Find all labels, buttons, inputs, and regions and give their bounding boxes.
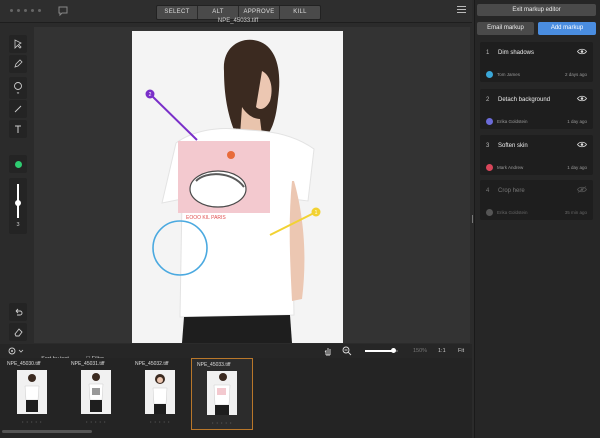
menu-icon[interactable] <box>457 6 466 15</box>
markup-item-title: Soften skin <box>498 143 528 149</box>
markup-item-number: 1 <box>486 50 490 56</box>
thumbnail-image <box>207 371 237 415</box>
thumbnail-rating[interactable]: • • • • • <box>22 419 42 424</box>
eye-icon[interactable] <box>577 95 587 102</box>
thumbnail[interactable]: NPE_45030.tiff • • • • • <box>2 358 62 428</box>
select-tool[interactable] <box>9 35 27 53</box>
cursor-icon <box>14 39 22 49</box>
text-tool[interactable] <box>9 120 27 138</box>
undo-icon <box>15 308 23 316</box>
color-picker[interactable] <box>9 155 27 173</box>
thumbnail-selected[interactable]: NPE_45033.tiff • • • • • <box>191 358 253 430</box>
eraser-button[interactable] <box>9 323 27 341</box>
thumbnail-rating[interactable]: • • • • • <box>150 419 170 424</box>
exit-markup-editor-button[interactable]: Exit markup editor <box>477 4 596 16</box>
avatar <box>486 118 493 125</box>
thumbnail-label: NPE_45033.tiff <box>197 362 231 368</box>
markup-item-author: Tom James <box>497 72 521 77</box>
canvas-filename: NPE_45033.tiff <box>217 18 259 24</box>
zoom-slider-track[interactable] <box>365 348 398 353</box>
eye-off-icon[interactable] <box>577 186 587 193</box>
thumbnail-label: NPE_45030.tiff <box>7 361 41 367</box>
filmstrip: NPE_45030.tiff • • • • • NPE_45031.tiff … <box>0 358 472 438</box>
markup-circle[interactable] <box>152 220 208 276</box>
markup-item-time: 1 day ago <box>567 165 587 170</box>
zoom-out-icon[interactable] <box>342 346 352 356</box>
markup-overlay: 2 1 <box>145 89 321 276</box>
marker-1-label: 1 <box>315 210 318 216</box>
settings-dropdown-icon[interactable] <box>8 347 24 355</box>
markup-item[interactable]: 3 Soften skin Mark Andrew 1 day ago <box>480 135 593 175</box>
pen-tool[interactable] <box>9 55 27 73</box>
line-icon <box>14 105 22 113</box>
tab-kill[interactable]: KILL <box>280 6 320 19</box>
thumbnail[interactable]: NPE_45031.tiff • • • • • <box>66 358 126 428</box>
markup-item-title: Detach background <box>498 97 551 103</box>
add-markup-button[interactable]: Add markup <box>538 22 596 35</box>
marker-2-label: 2 <box>149 92 152 98</box>
markup-item[interactable]: 1 Dim shadows Tom James 2 days ago <box>480 42 593 82</box>
brush-size-value: 3 <box>16 222 20 228</box>
thumbnail-image <box>17 370 47 414</box>
avatar <box>486 71 493 78</box>
chat-icon[interactable] <box>56 4 70 18</box>
pencil-icon <box>14 59 23 68</box>
slider-thumb[interactable] <box>15 200 21 206</box>
zoom-fit-button[interactable]: Fit <box>458 348 464 354</box>
markup-item-time: 35 min ago <box>564 210 587 215</box>
window-dots <box>10 9 41 12</box>
tab-select[interactable]: SELECT <box>157 6 198 19</box>
markup-item-number: 3 <box>486 143 490 149</box>
thumbnail-image <box>81 370 111 414</box>
email-markup-button[interactable]: Email markup <box>477 22 534 35</box>
circle-tool[interactable]: π <box>9 77 27 99</box>
markup-item-author: Mark Andrew <box>497 165 524 170</box>
markup-item-hidden[interactable]: 4 Crop here Erika Goldstein 35 min ago <box>480 180 593 220</box>
markup-line-1[interactable] <box>269 211 317 236</box>
markup-item-author: Erika Goldstein <box>497 119 528 124</box>
zoom-percent: 150% <box>413 348 428 354</box>
eye-icon[interactable] <box>577 48 587 55</box>
thumbnail[interactable]: NPE_45032.tiff • • • • • <box>130 358 190 428</box>
avatar <box>486 164 493 171</box>
eraser-icon <box>14 328 23 337</box>
thumbnail-image <box>145 370 175 414</box>
thumbnail-rating[interactable]: • • • • • <box>86 419 106 424</box>
hand-icon[interactable] <box>323 346 333 356</box>
markup-line-2[interactable] <box>149 93 198 141</box>
markup-item-author: Erika Goldstein <box>497 210 528 215</box>
markup-item-title: Dim shadows <box>498 50 535 56</box>
markup-item-number: 4 <box>486 188 490 194</box>
eye-icon[interactable] <box>577 141 587 148</box>
zoom-slider-fill <box>365 350 394 352</box>
circle-icon: π <box>14 82 22 95</box>
brush-size-slider[interactable]: 3 <box>9 178 27 234</box>
color-swatch <box>14 160 22 168</box>
avatar <box>486 209 493 216</box>
svg-text:π: π <box>17 90 20 95</box>
thumbnail-rating[interactable]: • • • • • <box>212 420 232 425</box>
zoom-actual-size-button[interactable]: 1:1 <box>438 348 446 354</box>
markup-item-time: 2 days ago <box>564 72 587 77</box>
text-icon <box>15 125 21 133</box>
markup-item-number: 2 <box>486 97 490 103</box>
markup-item[interactable]: 2 Detach background Erika Goldstein 1 da… <box>480 89 593 129</box>
line-tool[interactable] <box>9 100 27 118</box>
filmstrip-scrollbar[interactable] <box>2 430 92 433</box>
markup-item-title: Crop here <box>498 188 525 194</box>
zoom-slider-thumb[interactable] <box>390 348 396 353</box>
markup-item-time: 1 day ago <box>567 119 587 124</box>
thumbnail-label: NPE_45031.tiff <box>71 361 105 367</box>
undo-button[interactable] <box>9 303 27 321</box>
thumbnail-label: NPE_45032.tiff <box>135 361 169 367</box>
bottom-bar <box>0 344 472 358</box>
